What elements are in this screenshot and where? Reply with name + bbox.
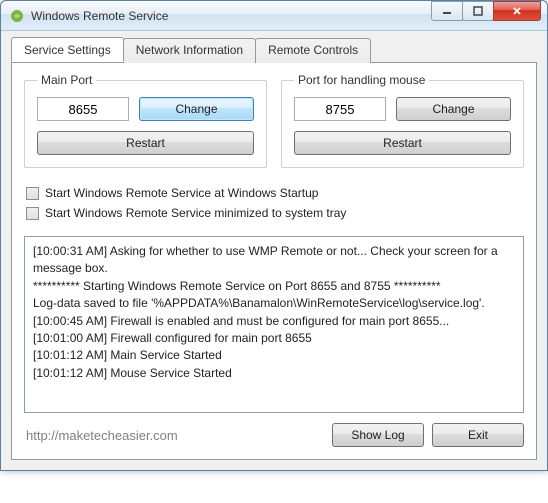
minimize-checkbox-row: Start Windows Remote Service minimized t… xyxy=(26,206,522,220)
mouse-port-group: Port for handling mouse Change Restart xyxy=(281,73,524,168)
tab-network-information[interactable]: Network Information xyxy=(123,38,256,63)
log-box[interactable]: [10:00:31 AM] Asking for whether to use … xyxy=(24,236,524,413)
port-row: Main Port Change Restart Port for handli… xyxy=(24,73,524,168)
window-title: Windows Remote Service xyxy=(31,9,432,23)
show-log-button[interactable]: Show Log xyxy=(332,423,424,447)
main-port-restart-button[interactable]: Restart xyxy=(37,131,254,155)
startup-checkbox-row: Start Windows Remote Service at Windows … xyxy=(26,186,522,200)
maximize-button[interactable] xyxy=(462,1,494,21)
footer: http://maketecheasier.com Show Log Exit xyxy=(24,423,524,447)
checkbox-group: Start Windows Remote Service at Windows … xyxy=(26,180,522,226)
log-line: ********** Starting Windows Remote Servi… xyxy=(33,278,515,295)
window-controls xyxy=(432,6,541,26)
minimize-checkbox-label: Start Windows Remote Service minimized t… xyxy=(45,206,346,220)
app-window: Windows Remote Service Service Settings … xyxy=(0,0,548,471)
watermark-text: http://maketecheasier.com xyxy=(24,428,324,443)
main-port-group: Main Port Change Restart xyxy=(24,73,267,168)
tab-bar: Service Settings Network Information Rem… xyxy=(11,37,537,62)
titlebar[interactable]: Windows Remote Service xyxy=(1,1,547,31)
mouse-port-change-button[interactable]: Change xyxy=(396,97,511,121)
exit-button[interactable]: Exit xyxy=(432,423,524,447)
log-line: [10:01:12 AM] Mouse Service Started xyxy=(33,365,515,382)
tab-panel: Main Port Change Restart Port for handli… xyxy=(11,62,537,460)
minimize-checkbox[interactable] xyxy=(26,207,39,220)
log-line: Log-data saved to file '%APPDATA%\Banama… xyxy=(33,295,515,312)
startup-checkbox-label: Start Windows Remote Service at Windows … xyxy=(45,186,318,200)
startup-checkbox[interactable] xyxy=(26,187,39,200)
close-button[interactable] xyxy=(493,1,541,21)
main-port-input[interactable] xyxy=(37,97,129,121)
tab-remote-controls[interactable]: Remote Controls xyxy=(255,38,371,63)
main-port-change-button[interactable]: Change xyxy=(139,97,254,121)
log-line: [10:00:45 AM] Firewall is enabled and mu… xyxy=(33,313,515,330)
app-icon xyxy=(9,8,25,24)
mouse-port-restart-button[interactable]: Restart xyxy=(294,131,511,155)
log-line: [10:01:12 AM] Main Service Started xyxy=(33,347,515,364)
main-port-legend: Main Port xyxy=(37,73,96,87)
client-area: Service Settings Network Information Rem… xyxy=(1,31,547,470)
log-line: [10:00:31 AM] Asking for whether to use … xyxy=(33,243,515,278)
minimize-button[interactable] xyxy=(431,1,463,21)
log-line: [10:01:00 AM] Firewall configured for ma… xyxy=(33,330,515,347)
mouse-port-legend: Port for handling mouse xyxy=(294,73,429,87)
mouse-port-input[interactable] xyxy=(294,97,386,121)
tab-service-settings[interactable]: Service Settings xyxy=(11,37,124,62)
